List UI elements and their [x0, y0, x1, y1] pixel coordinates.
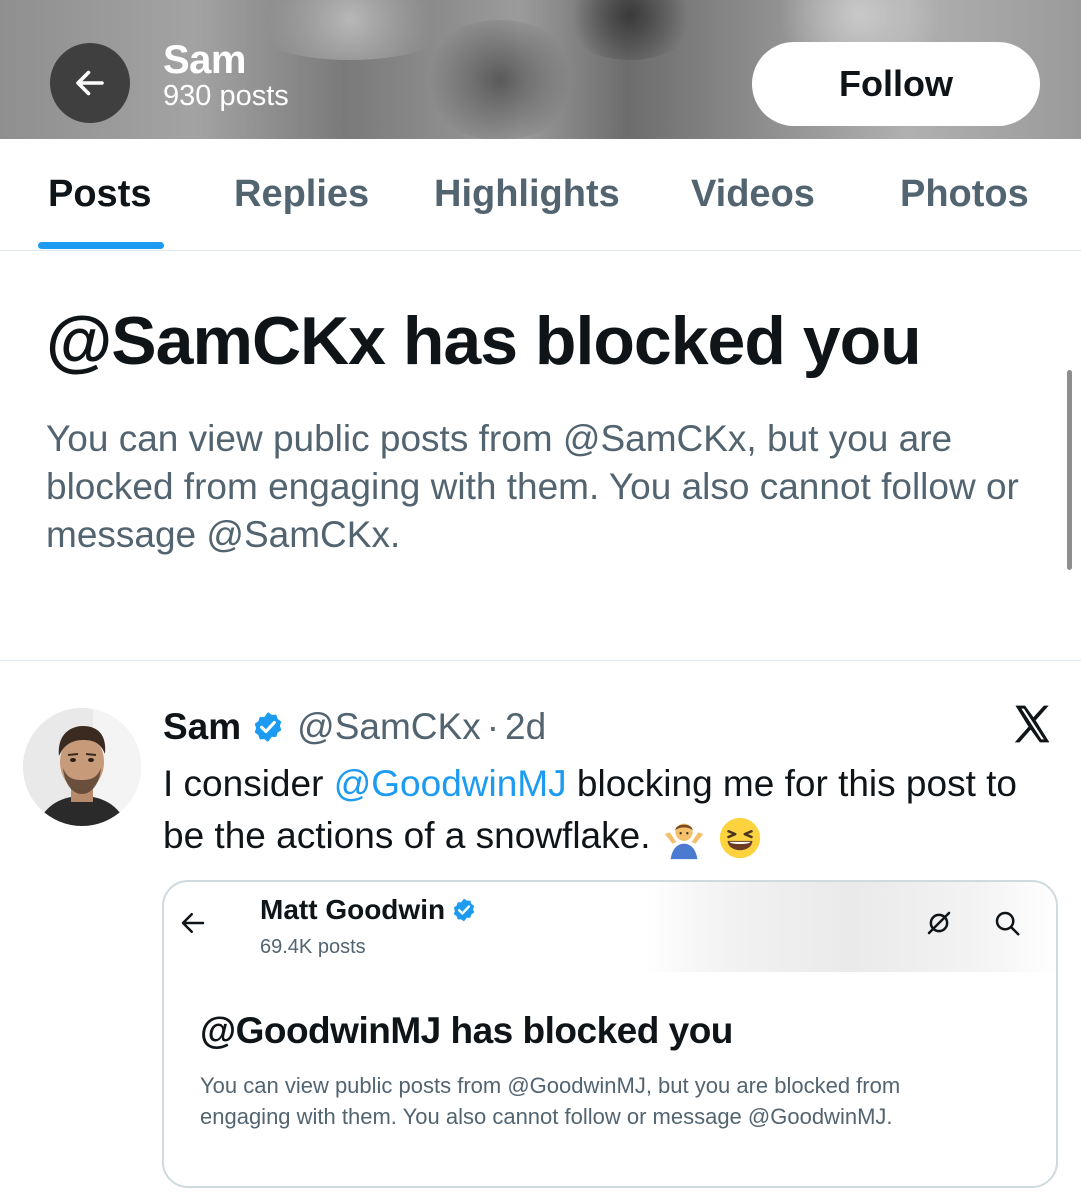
card-profile-name: Matt Goodwin: [260, 894, 477, 926]
tweet-header: Sam @SamCKx · 2d: [163, 703, 546, 751]
arrow-left-icon: [181, 913, 205, 933]
laughing-squinting-emoji: [719, 818, 761, 859]
card-blocked-title: @GoodwinMJ has blocked you: [200, 1010, 733, 1051]
banner-blur: [240, 0, 460, 60]
arrow-left-icon: [76, 70, 104, 96]
scrollbar[interactable]: [1067, 370, 1072, 570]
profile-header-banner: Sam 930 posts Follow: [0, 0, 1081, 139]
embedded-image-card[interactable]: Matt Goodwin 69.4K posts @GoodwinMJ has …: [162, 880, 1058, 1188]
tweet-author-name[interactable]: Sam: [163, 706, 241, 748]
divider: [0, 660, 1081, 661]
search-icon: [995, 911, 1020, 936]
tweet-text: I consider @GoodwinMJ blocking me for th…: [163, 758, 1043, 862]
tab-photos[interactable]: Photos: [900, 173, 1029, 216]
tab-highlights[interactable]: Highlights: [434, 173, 620, 216]
avatar[interactable]: [23, 708, 141, 826]
tweet-timestamp[interactable]: 2d: [505, 706, 546, 748]
blocked-description: You can view public posts from @SamCKx, …: [46, 418, 1019, 555]
tab-replies[interactable]: Replies: [234, 173, 369, 216]
back-button[interactable]: [50, 43, 130, 123]
verified-badge-icon: [453, 898, 475, 922]
follow-button[interactable]: Follow: [752, 42, 1040, 126]
profile-post-count: 930 posts: [163, 80, 289, 112]
banner-blur: [420, 20, 580, 139]
x-logo-icon: [1014, 705, 1050, 743]
active-tab-indicator: [38, 242, 164, 249]
tweet-author-handle[interactable]: @SamCKx: [297, 706, 481, 748]
man-shrugging-emoji: [664, 823, 703, 860]
avatar-photo: [23, 708, 141, 826]
separator-dot: ·: [486, 706, 500, 747]
blocked-title: @SamCKx has blocked you: [46, 303, 922, 379]
banner-blur: [560, 0, 700, 60]
tab-videos[interactable]: Videos: [691, 173, 815, 216]
card-profile-name-text: Matt Goodwin: [260, 894, 446, 925]
verified-badge-icon: [254, 712, 282, 742]
card-post-count: 69.4K posts: [260, 936, 366, 958]
tweet-text-start: I consider: [163, 763, 334, 804]
card-blocked-description: You can view public posts from @GoodwinM…: [200, 1073, 901, 1129]
grok-icon: [927, 911, 951, 935]
profile-name: Sam: [163, 38, 247, 82]
mention-link[interactable]: @GoodwinMJ: [334, 763, 567, 804]
tab-posts[interactable]: Posts: [48, 173, 151, 216]
profile-tabs: Posts Replies Highlights Videos Photos: [0, 139, 1081, 251]
